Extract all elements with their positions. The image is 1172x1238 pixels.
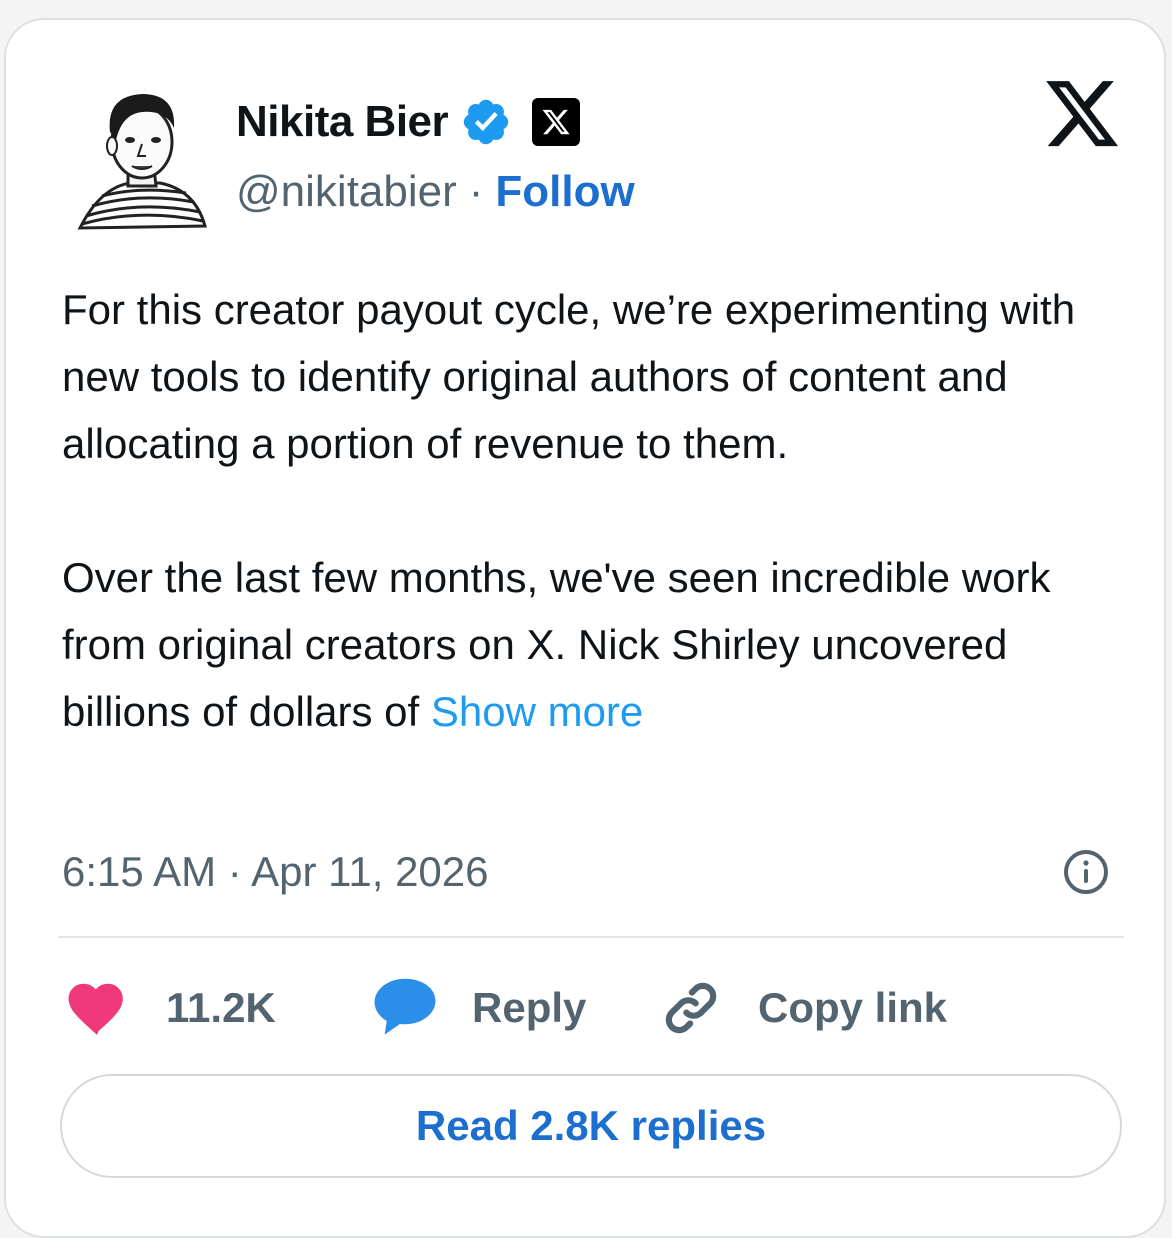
reply-label: Reply xyxy=(472,984,587,1031)
like-button[interactable]: 11.2K xyxy=(66,976,276,1040)
tweet-timestamp[interactable]: 6:15 AM · Apr 11, 2026 xyxy=(62,842,489,902)
speech-bubble-icon xyxy=(374,978,436,1035)
follow-button[interactable]: Follow xyxy=(495,167,634,217)
link-icon xyxy=(665,982,717,1034)
author-name[interactable]: Nikita Bier xyxy=(236,97,449,147)
like-count: 11.2K xyxy=(166,984,276,1031)
copy-link-button[interactable]: Copy link xyxy=(660,976,947,1040)
show-more-link[interactable]: Show more xyxy=(431,688,643,735)
author-handle[interactable]: @nikitabier xyxy=(236,167,457,217)
tweet-paragraph-2: Over the last few months, we've seen inc… xyxy=(62,544,1142,745)
separator-dot: · xyxy=(468,167,484,216)
tweet-paragraph-1: For this creator payout cycle, we’re exp… xyxy=(62,286,1076,467)
author-name-row: Nikita Bier xyxy=(236,92,581,152)
tweet-card: Nikita Bier @nikitabier · Follow For thi… xyxy=(4,18,1166,1238)
x-logo-icon[interactable] xyxy=(1042,80,1122,154)
author-avatar[interactable] xyxy=(70,88,210,238)
x-affiliate-icon xyxy=(532,98,581,146)
copy-link-label: Copy link xyxy=(758,984,948,1031)
verified-badge-icon xyxy=(463,99,509,145)
divider xyxy=(58,936,1124,938)
heart-icon xyxy=(68,983,123,1035)
tweet-body: For this creator payout cycle, we’re exp… xyxy=(62,276,1142,745)
reply-button[interactable]: Reply xyxy=(372,976,586,1040)
read-replies-button[interactable]: Read 2.8K replies xyxy=(60,1074,1122,1178)
info-icon[interactable] xyxy=(1062,848,1110,896)
author-handle-row: @nikitabier · Follow xyxy=(236,162,635,222)
